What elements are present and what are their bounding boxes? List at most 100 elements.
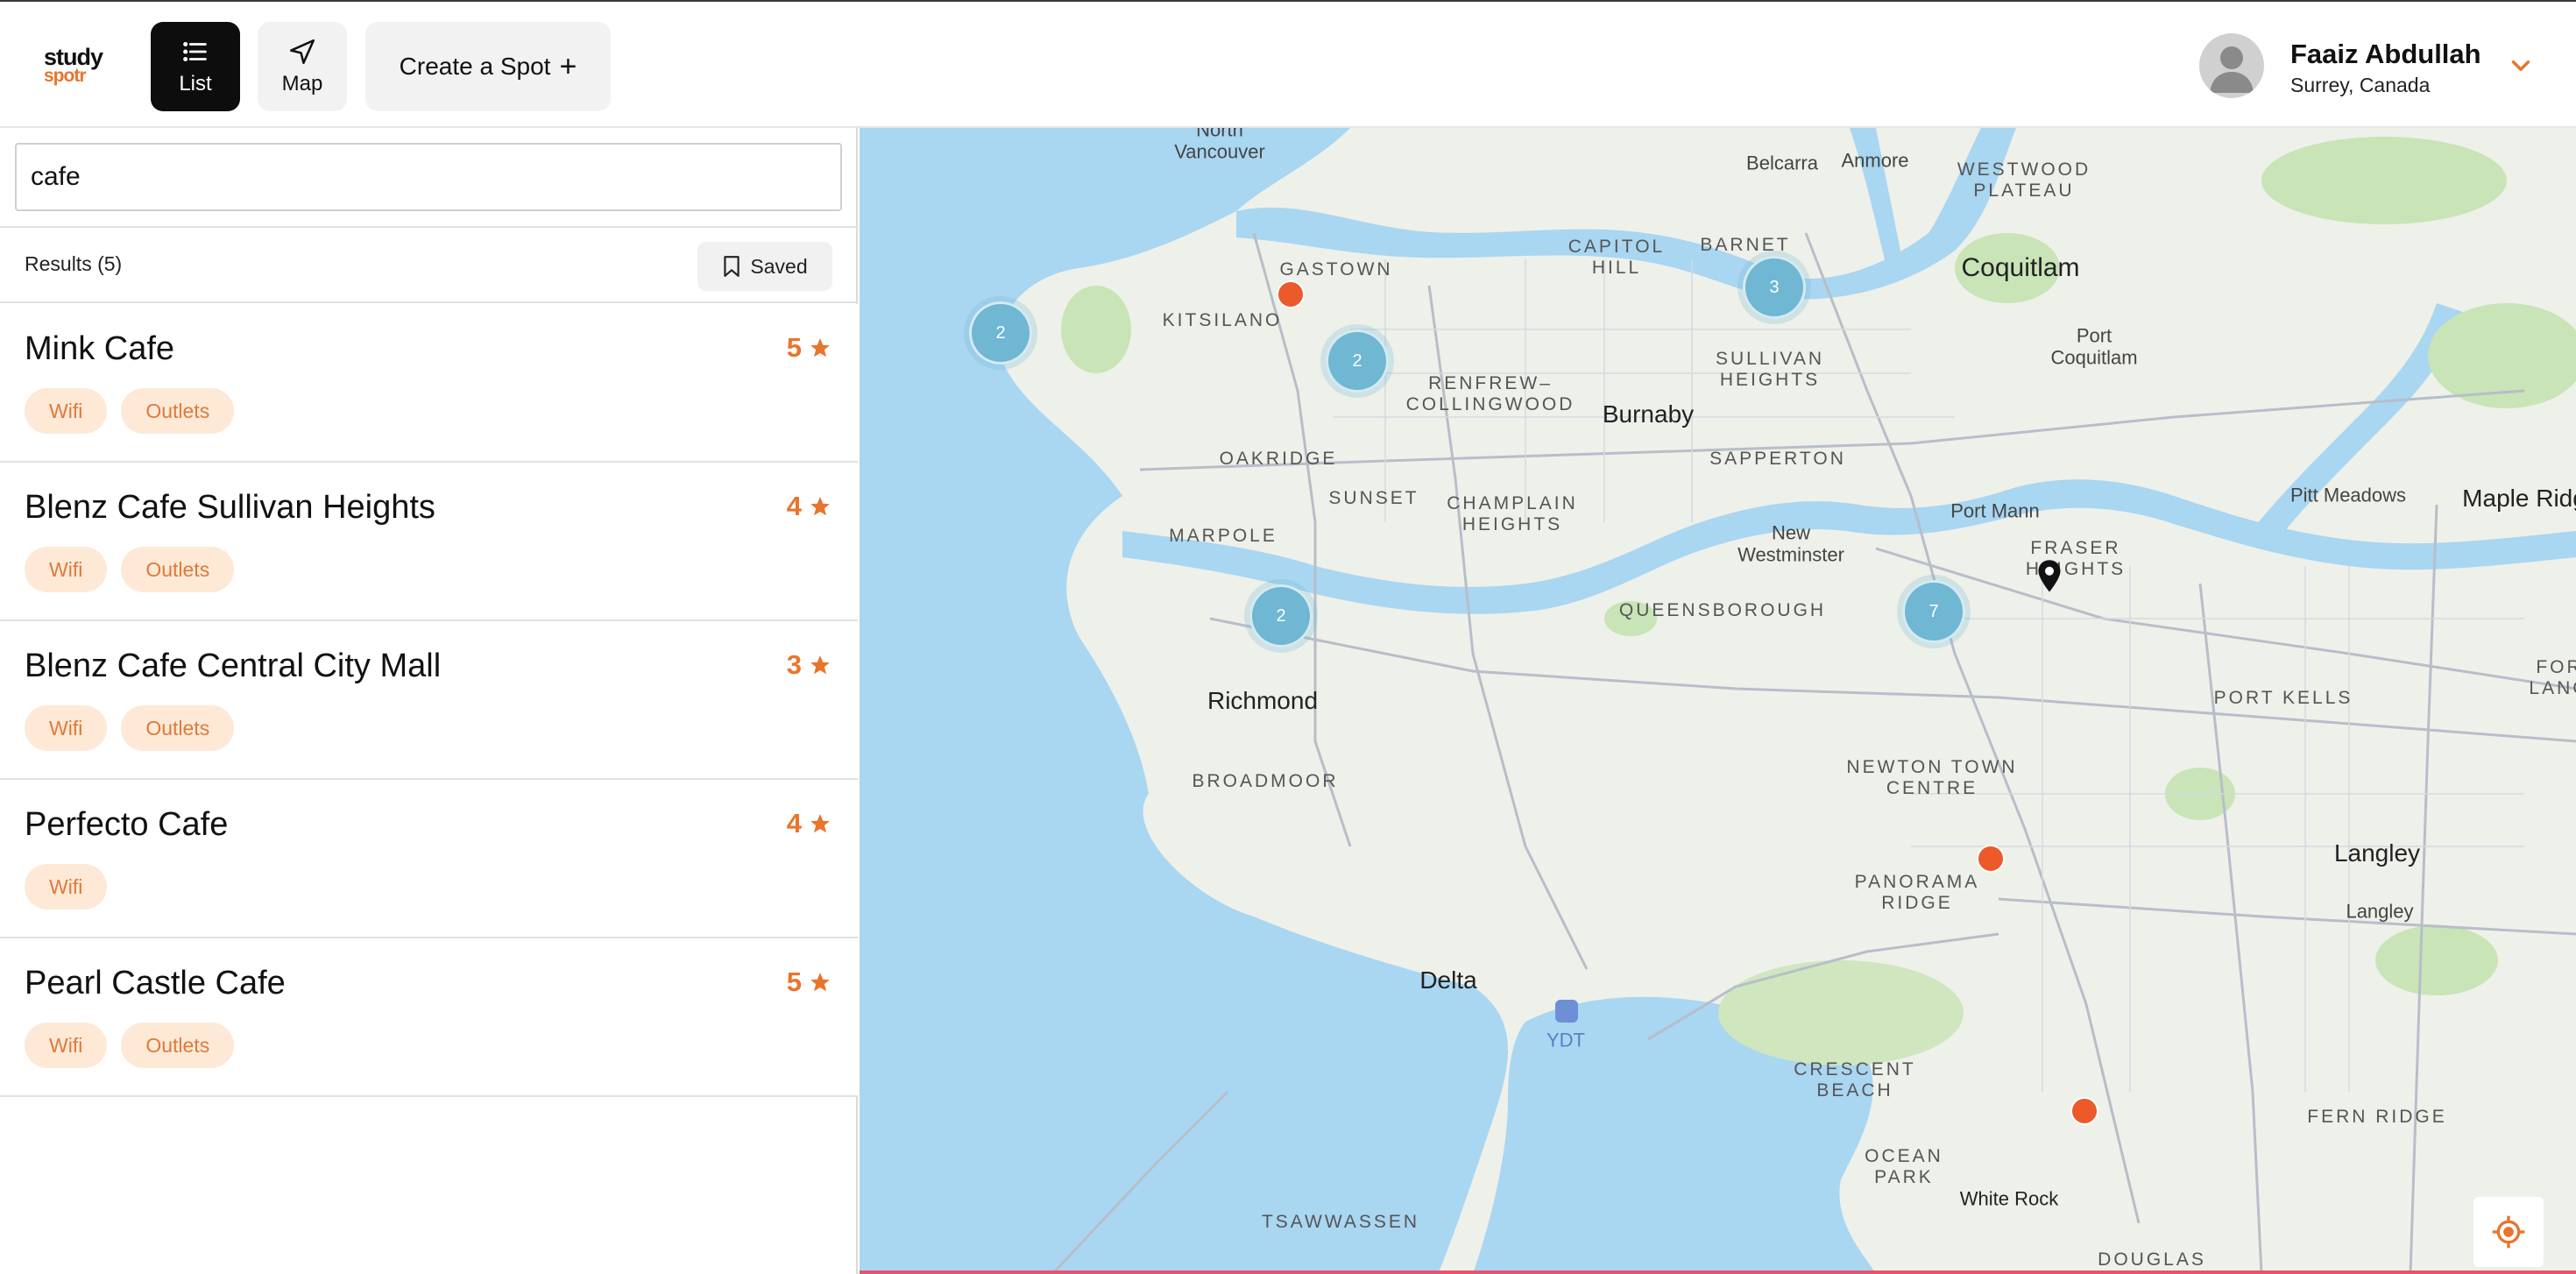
map-label-panorama-ridge: PANORAMA RIDGE (1854, 871, 1980, 913)
map-label-renfrew: RENFREW– COLLINGWOOD (1405, 372, 1575, 414)
spot-name: Perfecto Cafe (25, 806, 229, 843)
saved-button[interactable]: Saved (697, 242, 832, 291)
map-label-champlain: CHAMPLAIN HEIGHTS (1447, 492, 1578, 534)
map-label-barnet: BARNET (1700, 234, 1791, 255)
map-label-port-kells: PORT KELLS (2213, 687, 2353, 708)
map-label-westwood-plateau: WESTWOOD PLATEAU (1957, 159, 2091, 201)
results-count: Results (5) (25, 252, 123, 275)
map-label-anmore: Anmore (1841, 149, 1909, 172)
spot-tags: Wifi Outlets (25, 388, 248, 434)
map-label-kitsilano: KITSILANO (1162, 309, 1283, 330)
amenity-tag: Wifi (25, 547, 108, 592)
spot-rating: 4 (787, 808, 832, 839)
airport-icon (1555, 1000, 1578, 1023)
map-label-white-rock: White Rock (1959, 1187, 2059, 1210)
map-label-north-vancouver: North Vancouver (1174, 128, 1265, 163)
map-label-richmond: Richmond (1207, 686, 1319, 714)
park-area (1718, 960, 1964, 1065)
amenity-tag: Outlets (121, 388, 235, 434)
results-toolbar: Results (5) Saved (0, 226, 858, 303)
map-label-sapperton: SAPPERTON (1709, 448, 1846, 469)
spot-rating: 5 (787, 332, 832, 364)
park-area (2375, 925, 2498, 995)
list-view-button[interactable]: List (151, 22, 240, 111)
user-silhouette-icon (2210, 46, 2254, 93)
map-label-sunset: SUNSET (1328, 487, 1419, 508)
map-label-sullivan-heights: SULLIVAN HEIGHTS (1716, 348, 1824, 390)
map-label-tsawwassen: TSAWWASSEN (1261, 1211, 1420, 1232)
spot-name: Pearl Castle Cafe (25, 965, 286, 1002)
avatar (2199, 33, 2264, 98)
spot-tags: Wifi Outlets (25, 705, 248, 751)
amenity-tag: Outlets (121, 1023, 235, 1068)
spot-tags: Wifi Outlets (25, 1023, 248, 1068)
park-area (2261, 137, 2507, 224)
bookmark-icon (724, 256, 740, 277)
amenity-tag: Wifi (25, 388, 108, 434)
locate-me-button[interactable] (2473, 1197, 2544, 1267)
rating-value: 4 (786, 491, 802, 521)
spot-name: Mink Cafe (25, 330, 175, 367)
map-view[interactable]: North Vancouver Belcarra Anmore WESTWOOD P… (860, 128, 2576, 1274)
spot-card[interactable]: Perfecto Cafe 4 Wifi (0, 780, 858, 938)
map-cluster[interactable]: 7 (1902, 580, 1965, 643)
star-icon (810, 338, 830, 357)
spot-card[interactable]: Blenz Cafe Sullivan Heights 4 Wifi Outlets (0, 463, 858, 621)
map-label-port-mann: Port Mann (1950, 499, 2040, 522)
spot-card[interactable]: Blenz Cafe Central City Mall 3 Wifi Outlets (0, 621, 858, 780)
map-cluster[interactable]: 2 (969, 301, 1032, 365)
star-icon (810, 973, 830, 992)
amenity-tag: Outlets (121, 547, 235, 592)
list-icon (183, 41, 207, 62)
spot-card[interactable]: Pearl Castle Cafe 5 Wifi Outlets (0, 938, 858, 1097)
amenity-tag: Wifi (25, 705, 108, 751)
map-label-fern-ridge: FERN RIDGE (2307, 1106, 2447, 1127)
map-bottom-border (860, 1270, 2576, 1274)
rating-value: 5 (786, 332, 802, 363)
map-label-broadmoor: BROADMOOR (1192, 770, 1339, 791)
chevron-down-icon[interactable] (2506, 51, 2536, 81)
spot-tags: Wifi (25, 864, 121, 909)
map-label-new-westminster: New Westminster (1737, 521, 1844, 566)
amenity-tag: Wifi (25, 1023, 108, 1068)
star-icon (810, 497, 830, 516)
map-cluster[interactable]: 2 (1249, 584, 1313, 648)
map-label-capitol-hill: CAPITOL HILL (1568, 236, 1666, 278)
top-bar: study spotr List Map Create a Spot + Faa… (0, 0, 2576, 128)
map-label-newton: NEWTON TOWN CENTRE (1846, 756, 2018, 798)
map-label-belcarra: Belcarra (1746, 152, 1818, 174)
spot-marker[interactable] (1277, 280, 1305, 308)
create-spot-button[interactable]: Create a Spot + (365, 22, 611, 111)
rating-value: 3 (786, 649, 802, 680)
spot-name: Blenz Cafe Central City Mall (25, 648, 442, 684)
user-location: Surrey, Canada (2290, 74, 2431, 96)
star-icon (810, 814, 830, 833)
results-panel: Results (5) Saved Mink Cafe5WifiOutletsB… (0, 128, 858, 1274)
park-area (1061, 286, 1131, 373)
map-label-ocean-park: OCEAN PARK (1865, 1145, 1943, 1187)
spot-marker[interactable] (1977, 845, 2005, 873)
spot-rating: 4 (787, 491, 832, 522)
map-label-gastown: GASTOWN (1279, 258, 1393, 280)
user-menu[interactable]: Faaiz Abdullah Surrey, Canada (2199, 32, 2550, 100)
spot-tags: Wifi Outlets (25, 547, 248, 592)
logo-text-bottom: spotr (44, 66, 86, 86)
spot-card[interactable]: Mink Cafe 5 Wifi Outlets (0, 304, 858, 463)
amenity-tag: Outlets (121, 705, 235, 751)
spot-marker[interactable] (2070, 1097, 2098, 1125)
user-name: Faaiz Abdullah (2290, 39, 2481, 69)
map-cluster[interactable]: 2 (1326, 329, 1389, 393)
map-label-fort-langley: FORLANG (2529, 656, 2576, 698)
map-cluster[interactable]: 3 (1743, 256, 1806, 319)
map-view-button[interactable]: Map (258, 22, 347, 111)
spot-rating: 5 (787, 966, 832, 998)
map-label-oakridge: OAKRIDGE (1219, 448, 1338, 469)
map-label-crescent-beach: CRESCENT BEACH (1794, 1058, 1916, 1101)
map-label-port-coquitlam: Port Coquitlam (2050, 324, 2138, 369)
map-label-delta: Delta (1419, 966, 1477, 994)
spot-rating: 3 (787, 649, 832, 681)
app-logo[interactable]: study spotr (44, 46, 109, 88)
search-input[interactable] (15, 143, 842, 211)
map-label-coquitlam: Coquitlam (1961, 252, 2080, 282)
map-label-maple-ridge: Maple Ridg (2462, 484, 2576, 512)
